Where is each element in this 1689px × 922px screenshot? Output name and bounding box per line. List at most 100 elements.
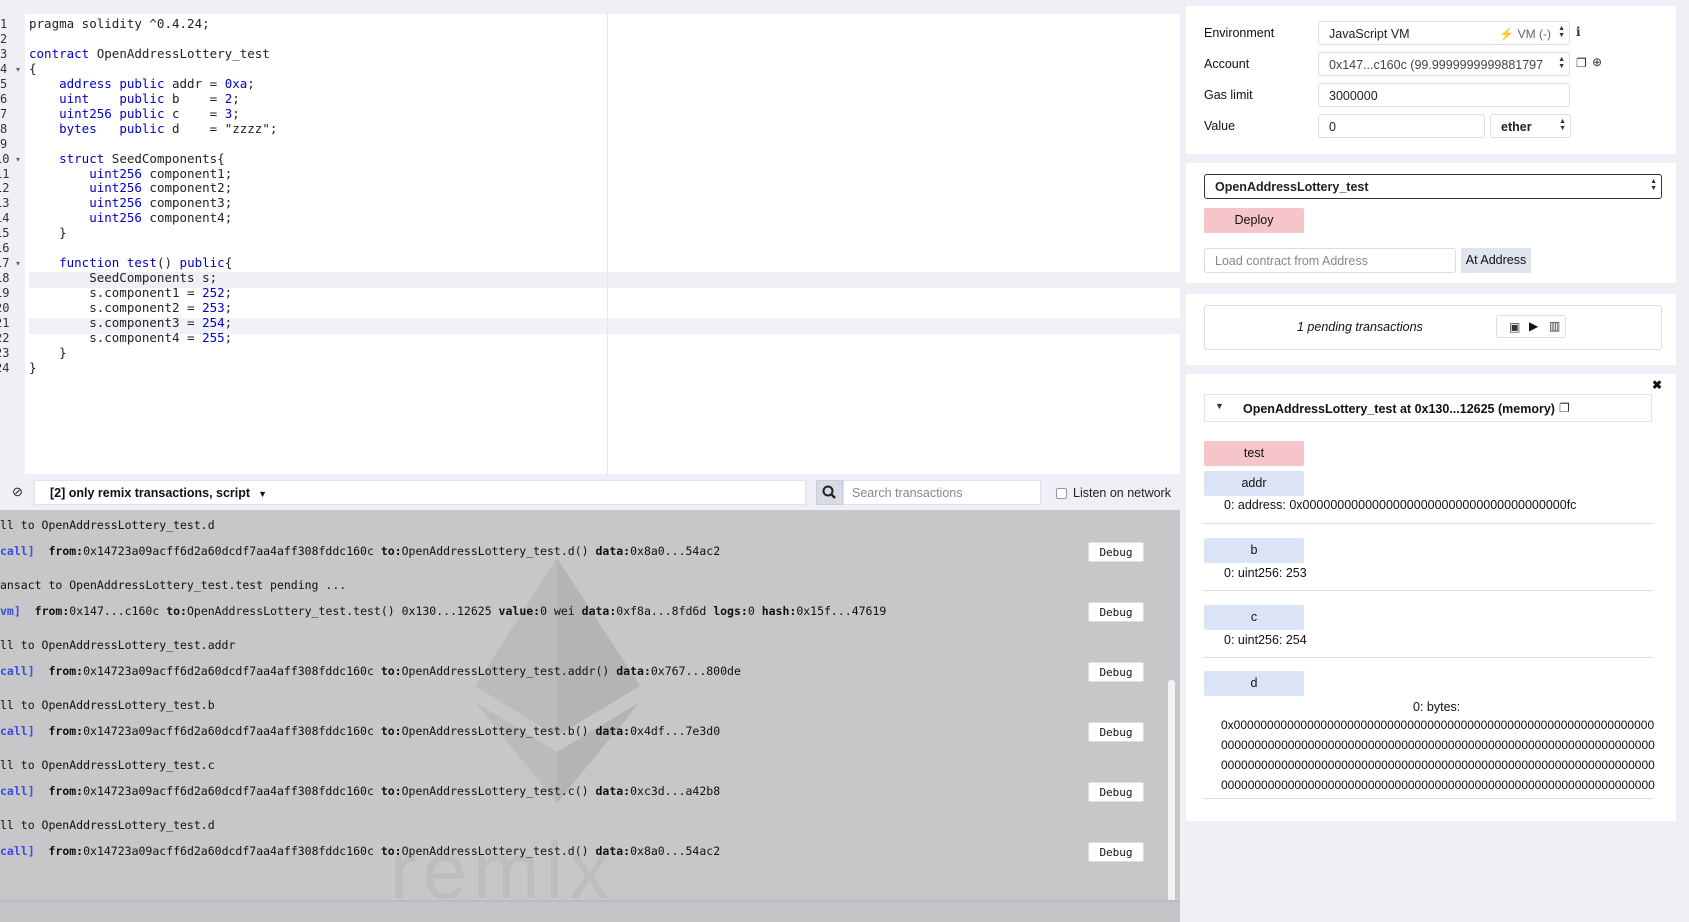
line-number: 17 — [0, 256, 10, 271]
code-line: uint256 component3; — [89, 195, 233, 211]
caret-down-icon: ▼ — [258, 489, 267, 499]
output-separator — [1203, 798, 1653, 799]
info-icon[interactable]: i — [1576, 25, 1581, 39]
select-arrows-icon: ▲ ▼ — [1559, 118, 1566, 132]
search-icon — [822, 485, 836, 499]
value-unit-select[interactable]: ether ▲ ▼ — [1490, 114, 1571, 138]
debug-button[interactable]: Debug — [1088, 782, 1144, 802]
value-label: Value — [1204, 119, 1236, 133]
terminal-console[interactable]: remix ll to OpenAddressLottery_test.dcal… — [0, 510, 1165, 900]
function-button-c[interactable]: c — [1204, 605, 1304, 630]
environment-value: JavaScript VM — [1329, 27, 1410, 41]
bytes-output-line: 0000000000000000000000000000000000000000… — [1221, 758, 1655, 772]
close-icon[interactable]: ✖ — [1652, 378, 1662, 392]
debug-button[interactable]: Debug — [1088, 542, 1144, 562]
code-line: uint256 public c = 3; — [59, 105, 240, 121]
code-line: } — [29, 359, 37, 375]
pending-actions: ▣ ▶ ▥ — [1496, 315, 1566, 338]
add-account-icon[interactable]: ⊕ — [1592, 55, 1602, 69]
select-arrows-icon: ▲ ▼ — [1650, 178, 1657, 192]
account-value: 0x147...c160c (99.9999999999881797 — [1329, 58, 1544, 72]
transaction-log: call] from:0x14723a09acff6d2a60dcdf7aa4a… — [0, 664, 741, 678]
function-button-addr[interactable]: addr — [1204, 471, 1304, 496]
line-number: 6 — [0, 91, 8, 106]
copy-icon[interactable]: ❐ — [1576, 56, 1587, 70]
environment-select[interactable]: JavaScript VM ⚡ VM (-) ▲ ▼ — [1318, 21, 1570, 45]
terminal-scrollbar-thumb[interactable] — [1168, 680, 1175, 922]
at-address-button[interactable]: At Address — [1461, 248, 1531, 273]
code-line: contract OpenAddressLottery_test — [29, 45, 270, 61]
code-line: function test() public{ — [59, 255, 233, 271]
code-line: s.component3 = 254; — [29, 315, 233, 330]
copy-icon[interactable]: ❐ — [1559, 401, 1570, 415]
value-input[interactable]: 0 — [1318, 114, 1485, 138]
fold-toggle-icon[interactable]: ▾ — [16, 155, 20, 164]
code-line: uint256 component2; — [89, 180, 233, 196]
terminal-input-area[interactable] — [0, 900, 1180, 922]
function-button-b[interactable]: b — [1204, 538, 1304, 563]
transaction-log: call] from:0x14723a09acff6d2a60dcdf7aa4a… — [0, 544, 721, 558]
line-number: 19 — [0, 286, 10, 301]
gas-limit-label: Gas limit — [1204, 88, 1253, 102]
ethereum-logo-watermark — [475, 558, 640, 803]
terminal-toolbar: ⊘ [2] only remix transactions, script ▼ S… — [0, 477, 1180, 507]
line-number: 1 — [0, 17, 8, 31]
trash-icon[interactable]: ▥ — [1549, 319, 1560, 333]
vm-badge: ⚡ VM (-) — [1499, 27, 1551, 41]
debug-button[interactable]: Debug — [1088, 842, 1144, 862]
clear-console-icon[interactable]: ⊘ — [12, 485, 26, 499]
debug-button[interactable]: Debug — [1088, 722, 1144, 742]
search-button[interactable] — [816, 480, 843, 505]
line-number: 8 — [0, 121, 8, 136]
account-label: Account — [1204, 57, 1250, 71]
debug-button[interactable]: Debug — [1088, 602, 1144, 622]
transaction-log: call] from:0x14723a09acff6d2a60dcdf7aa4a… — [0, 724, 721, 738]
line-number: 23 — [0, 345, 10, 360]
line-number: 5 — [0, 76, 8, 91]
code-line: bytes public d = "zzzz"; — [59, 120, 278, 136]
line-number: 20 — [0, 301, 10, 316]
remix-watermark: remix — [390, 826, 616, 900]
pending-transactions-box — [1204, 305, 1662, 350]
transaction-log: call] from:0x14723a09acff6d2a60dcdf7aa4a… — [0, 784, 721, 798]
function-output-addr: 0: address: 0x00000000000000000000000000… — [1224, 498, 1577, 512]
terminal-message: ll to OpenAddressLottery_test.d — [0, 818, 215, 832]
save-icon[interactable]: ▣ — [1509, 320, 1520, 334]
account-select[interactable]: 0x147...c160c (99.9999999999881797 ▲ ▼ — [1318, 52, 1570, 76]
deploy-button[interactable]: Deploy — [1204, 208, 1304, 233]
panel-scrollbar[interactable] — [1676, 0, 1689, 922]
fold-toggle-icon[interactable]: ▾ — [16, 65, 20, 74]
play-icon[interactable]: ▶ — [1529, 319, 1538, 333]
code-editor[interactable]: 1234▾5678910▾11121314151617▾181920212223… — [0, 14, 1180, 474]
output-separator — [1203, 523, 1653, 524]
line-number: 21 — [0, 316, 10, 330]
code-content[interactable]: pragma solidity ^0.4.24; contract OpenAdd… — [29, 14, 1180, 474]
fold-toggle-icon[interactable]: ▾ — [16, 259, 20, 268]
transaction-log: vm] from:0x147...c160c to:OpenAddressLot… — [0, 604, 887, 618]
terminal-message: ll to OpenAddressLottery_test.addr — [0, 638, 236, 652]
contract-select[interactable]: OpenAddressLottery_test ▲ ▼ — [1204, 174, 1662, 199]
code-line: pragma solidity ^0.4.24; — [29, 16, 210, 31]
function-button-d[interactable]: d — [1204, 671, 1304, 696]
terminal-message: ll to OpenAddressLottery_test.d — [0, 518, 215, 532]
instance-header[interactable]: ▼ OpenAddressLottery_test at 0x130...126… — [1204, 394, 1652, 422]
code-line: s.component1 = 252; — [29, 285, 233, 301]
function-output-c: 0: uint256: 254 — [1224, 633, 1307, 647]
load-contract-address-input[interactable]: Load contract from Address — [1204, 248, 1456, 273]
caret-down-icon[interactable]: ▼ — [1215, 401, 1224, 411]
gas-limit-input[interactable]: 3000000 — [1318, 83, 1570, 107]
code-line: } — [29, 225, 67, 241]
pending-transactions-text: 1 pending transactions — [1297, 320, 1423, 334]
search-transactions-input[interactable]: Search transactions — [843, 480, 1041, 505]
debug-button[interactable]: Debug — [1088, 662, 1144, 682]
function-button-test[interactable]: test — [1204, 441, 1304, 466]
line-number: 18 — [0, 271, 10, 286]
code-line: uint256 component4; — [89, 210, 233, 226]
bytes-output-line: 0000000000000000000000000000000000000000… — [1221, 738, 1655, 752]
transaction-filter-select[interactable]: [2] only remix transactions, script ▼ — [34, 480, 806, 505]
code-line: { — [29, 60, 37, 76]
code-line: s.component2 = 253; — [29, 300, 233, 316]
code-line: SeedComponents s; — [29, 270, 218, 286]
listen-on-network-checkbox[interactable] — [1056, 488, 1067, 499]
output-separator — [1203, 590, 1653, 591]
